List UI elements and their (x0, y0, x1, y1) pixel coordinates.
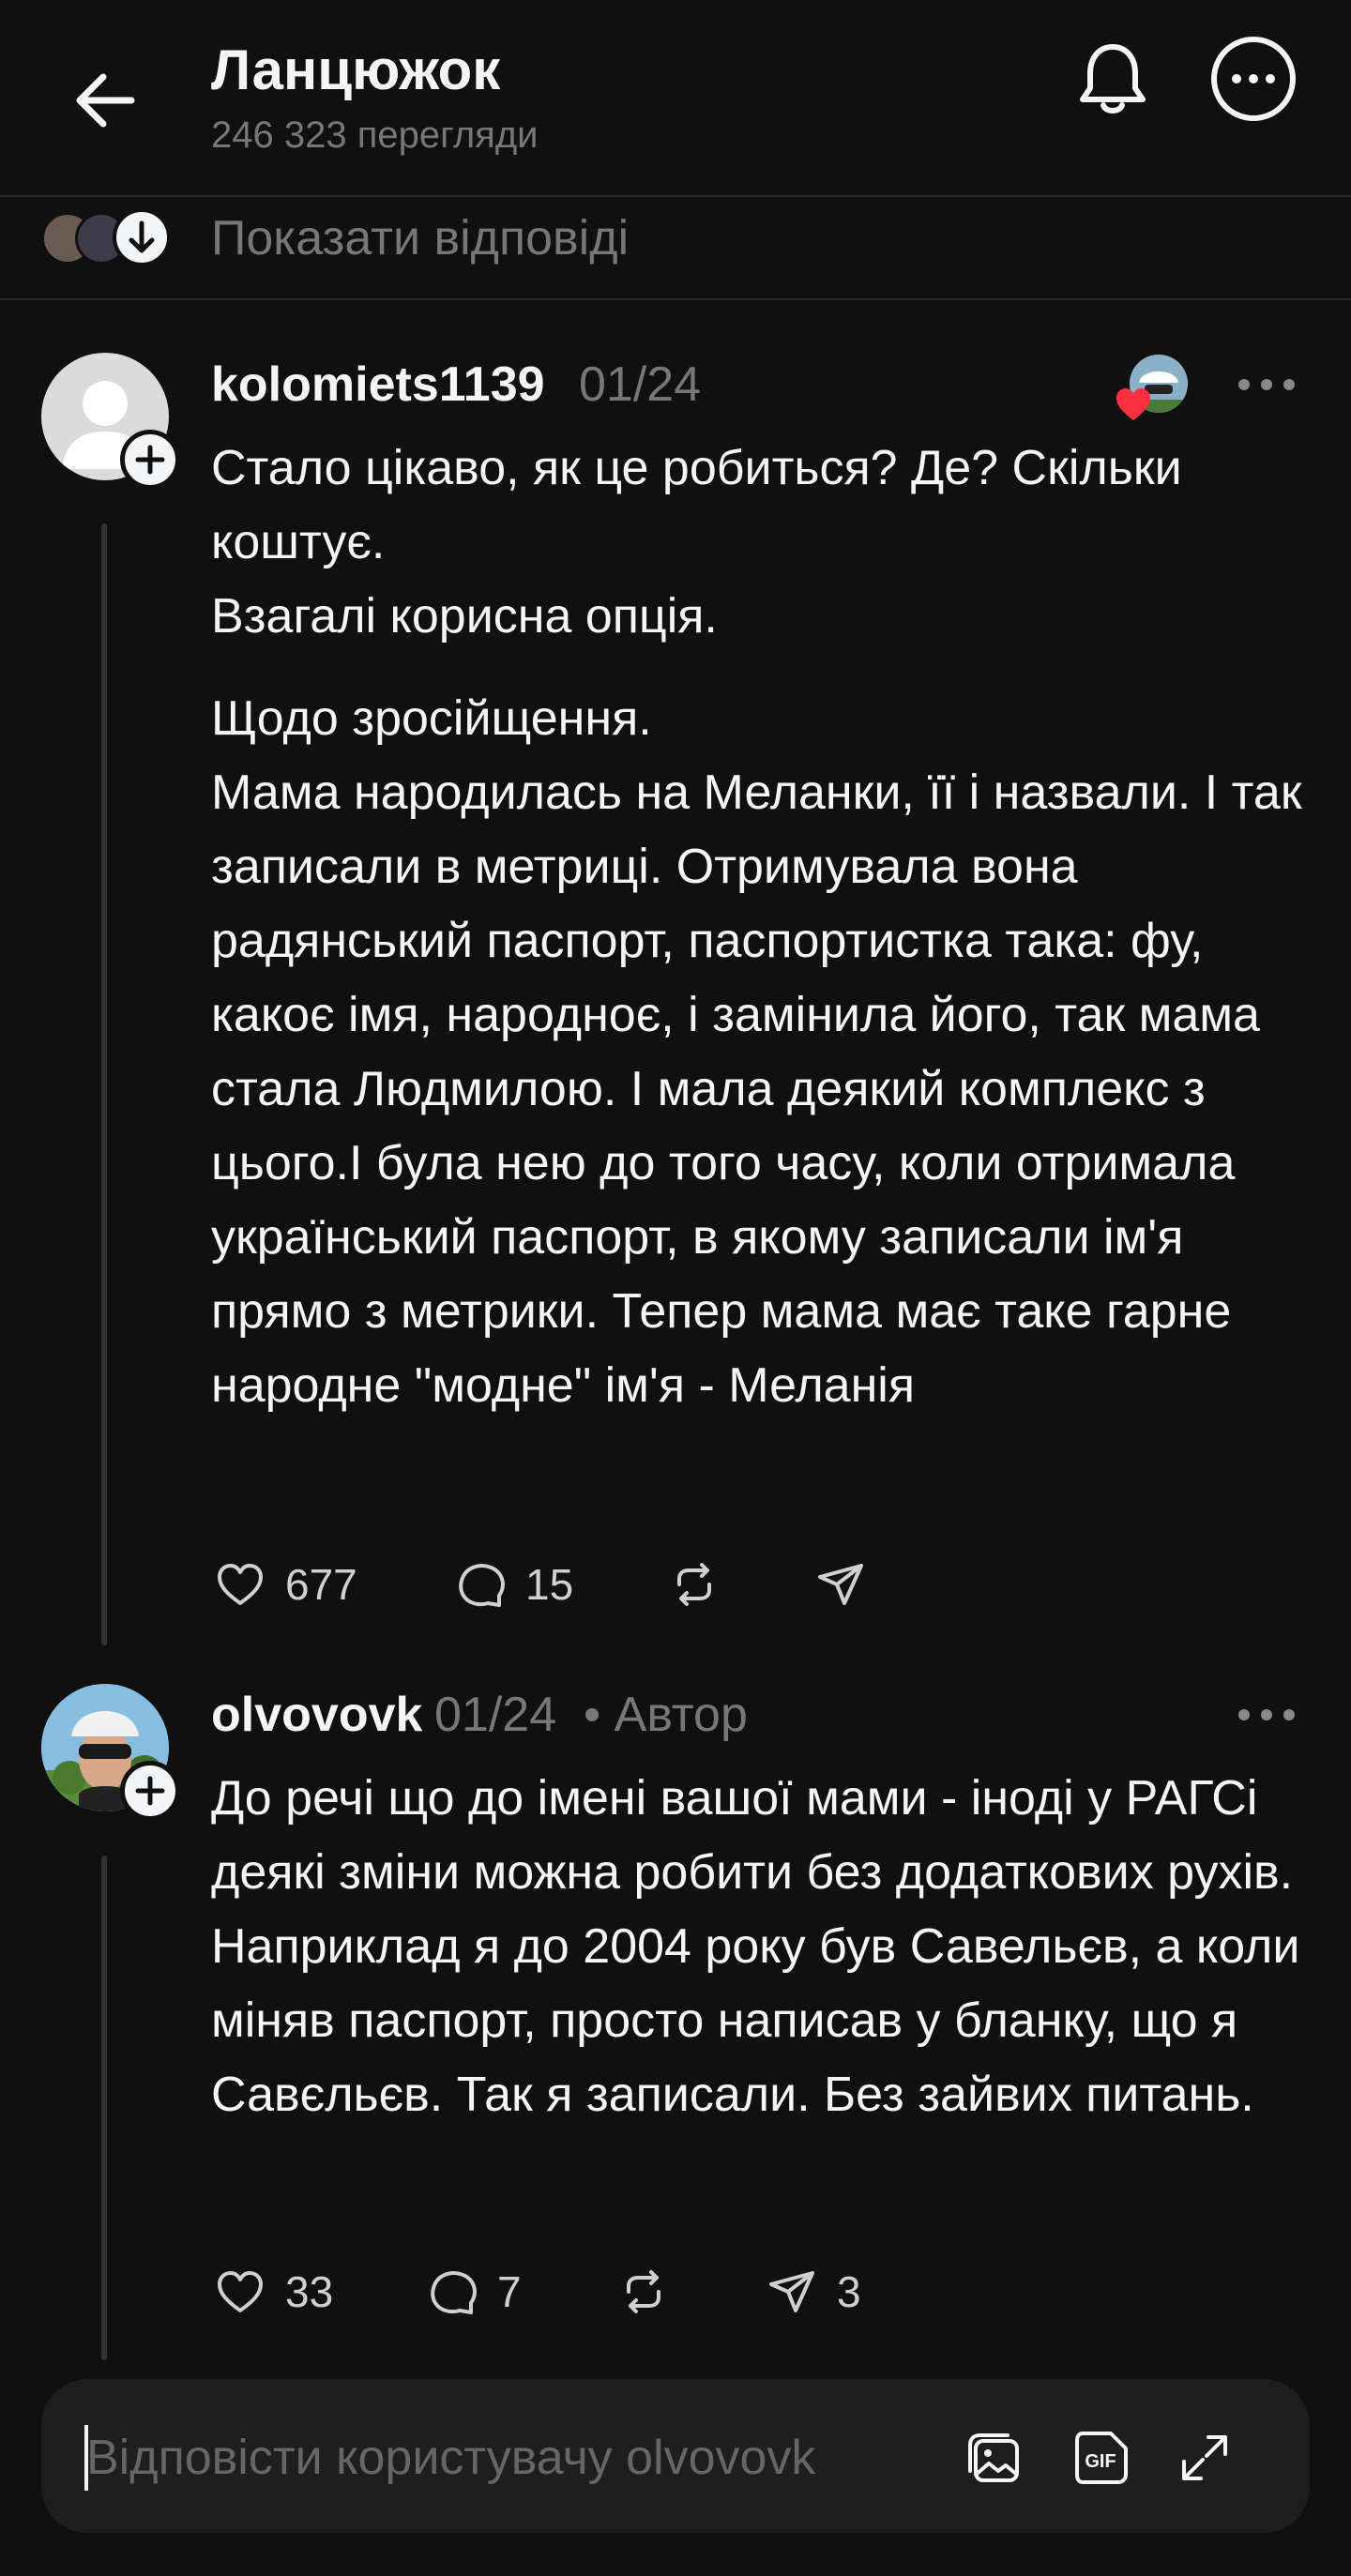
comment-button[interactable]: 15 (452, 1552, 573, 1617)
repost-button[interactable] (615, 2259, 672, 2325)
plus-icon (135, 1776, 165, 1806)
comment-icon (431, 2271, 477, 2314)
share-count: 3 (837, 2267, 861, 2316)
heart-icon (218, 2271, 263, 2312)
like-button[interactable]: 677 (212, 1552, 357, 1617)
view-count: 246 323 перегляди (211, 114, 539, 156)
comment-count: 15 (525, 1560, 574, 1609)
more-options-button[interactable] (1208, 34, 1298, 124)
expand-composer-button[interactable] (1171, 2424, 1238, 2492)
svg-text:GIF: GIF (1085, 2451, 1116, 2472)
top-bar: Ланцюжок 246 323 перегляди (0, 0, 1351, 197)
page-title: Ланцюжок (211, 38, 501, 101)
post-username[interactable]: kolomiets1139 (211, 356, 545, 413)
share-button[interactable] (812, 1552, 869, 1617)
heart-icon (218, 1564, 263, 1605)
attach-gif-button[interactable]: GIF (1068, 2424, 1135, 2492)
send-icon (818, 1564, 863, 1605)
comment-button[interactable]: 7 (424, 2259, 522, 2325)
arrow-down-icon (129, 220, 155, 253)
share-button[interactable]: 3 (764, 2259, 861, 2325)
like-count: 677 (285, 1560, 357, 1609)
bell-icon (1080, 44, 1146, 114)
repost-icon (677, 1563, 711, 1606)
attach-image-button[interactable] (961, 2424, 1028, 2492)
like-count: 33 (285, 2267, 334, 2316)
send-icon (769, 2271, 814, 2312)
comment-icon (459, 1564, 505, 1607)
thread-line (101, 523, 107, 1645)
more-horizontal-icon (1238, 1709, 1295, 1720)
post-options-button[interactable] (1229, 366, 1304, 403)
follow-button[interactable] (120, 430, 180, 490)
back-arrow-icon (76, 73, 135, 128)
show-replies-row[interactable] (0, 199, 1351, 300)
repost-button[interactable] (666, 1552, 722, 1617)
post-date: 01/24 (434, 1688, 557, 1742)
post-username[interactable]: olvovovk (211, 1687, 422, 1743)
follow-button[interactable] (120, 1761, 180, 1821)
post-text: Стало цікаво, як це робиться? Де? Скільк… (211, 441, 1182, 644)
heart-filled-icon (1116, 388, 1150, 420)
more-icon (1211, 37, 1296, 121)
reply-input[interactable] (86, 2418, 931, 2497)
thread-line (101, 1856, 107, 2360)
image-icon (968, 2433, 1019, 2482)
post-text: Щодо зросійщення. Мама народилась на Мел… (211, 691, 1302, 1413)
more-horizontal-icon (1238, 379, 1295, 390)
expand-replies-button[interactable] (113, 208, 171, 266)
comment-count: 7 (497, 2267, 522, 2316)
back-button[interactable] (66, 58, 150, 143)
like-button[interactable]: 33 (212, 2259, 333, 2325)
post-date: 01/24 (579, 357, 702, 412)
gif-icon: GIF (1075, 2432, 1128, 2484)
post-options-button[interactable] (1229, 1696, 1304, 1734)
heart-badge (1113, 385, 1154, 426)
plus-icon (135, 445, 165, 475)
author-label: • Автор (584, 1688, 748, 1742)
notifications-button[interactable] (1068, 34, 1158, 124)
repost-icon (627, 2270, 660, 2313)
expand-icon (1182, 2435, 1227, 2480)
post-text: До речі що до імені вашої мами - іноді у… (211, 1771, 1300, 2122)
show-replies-label[interactable]: Показати відповіді (211, 210, 629, 266)
